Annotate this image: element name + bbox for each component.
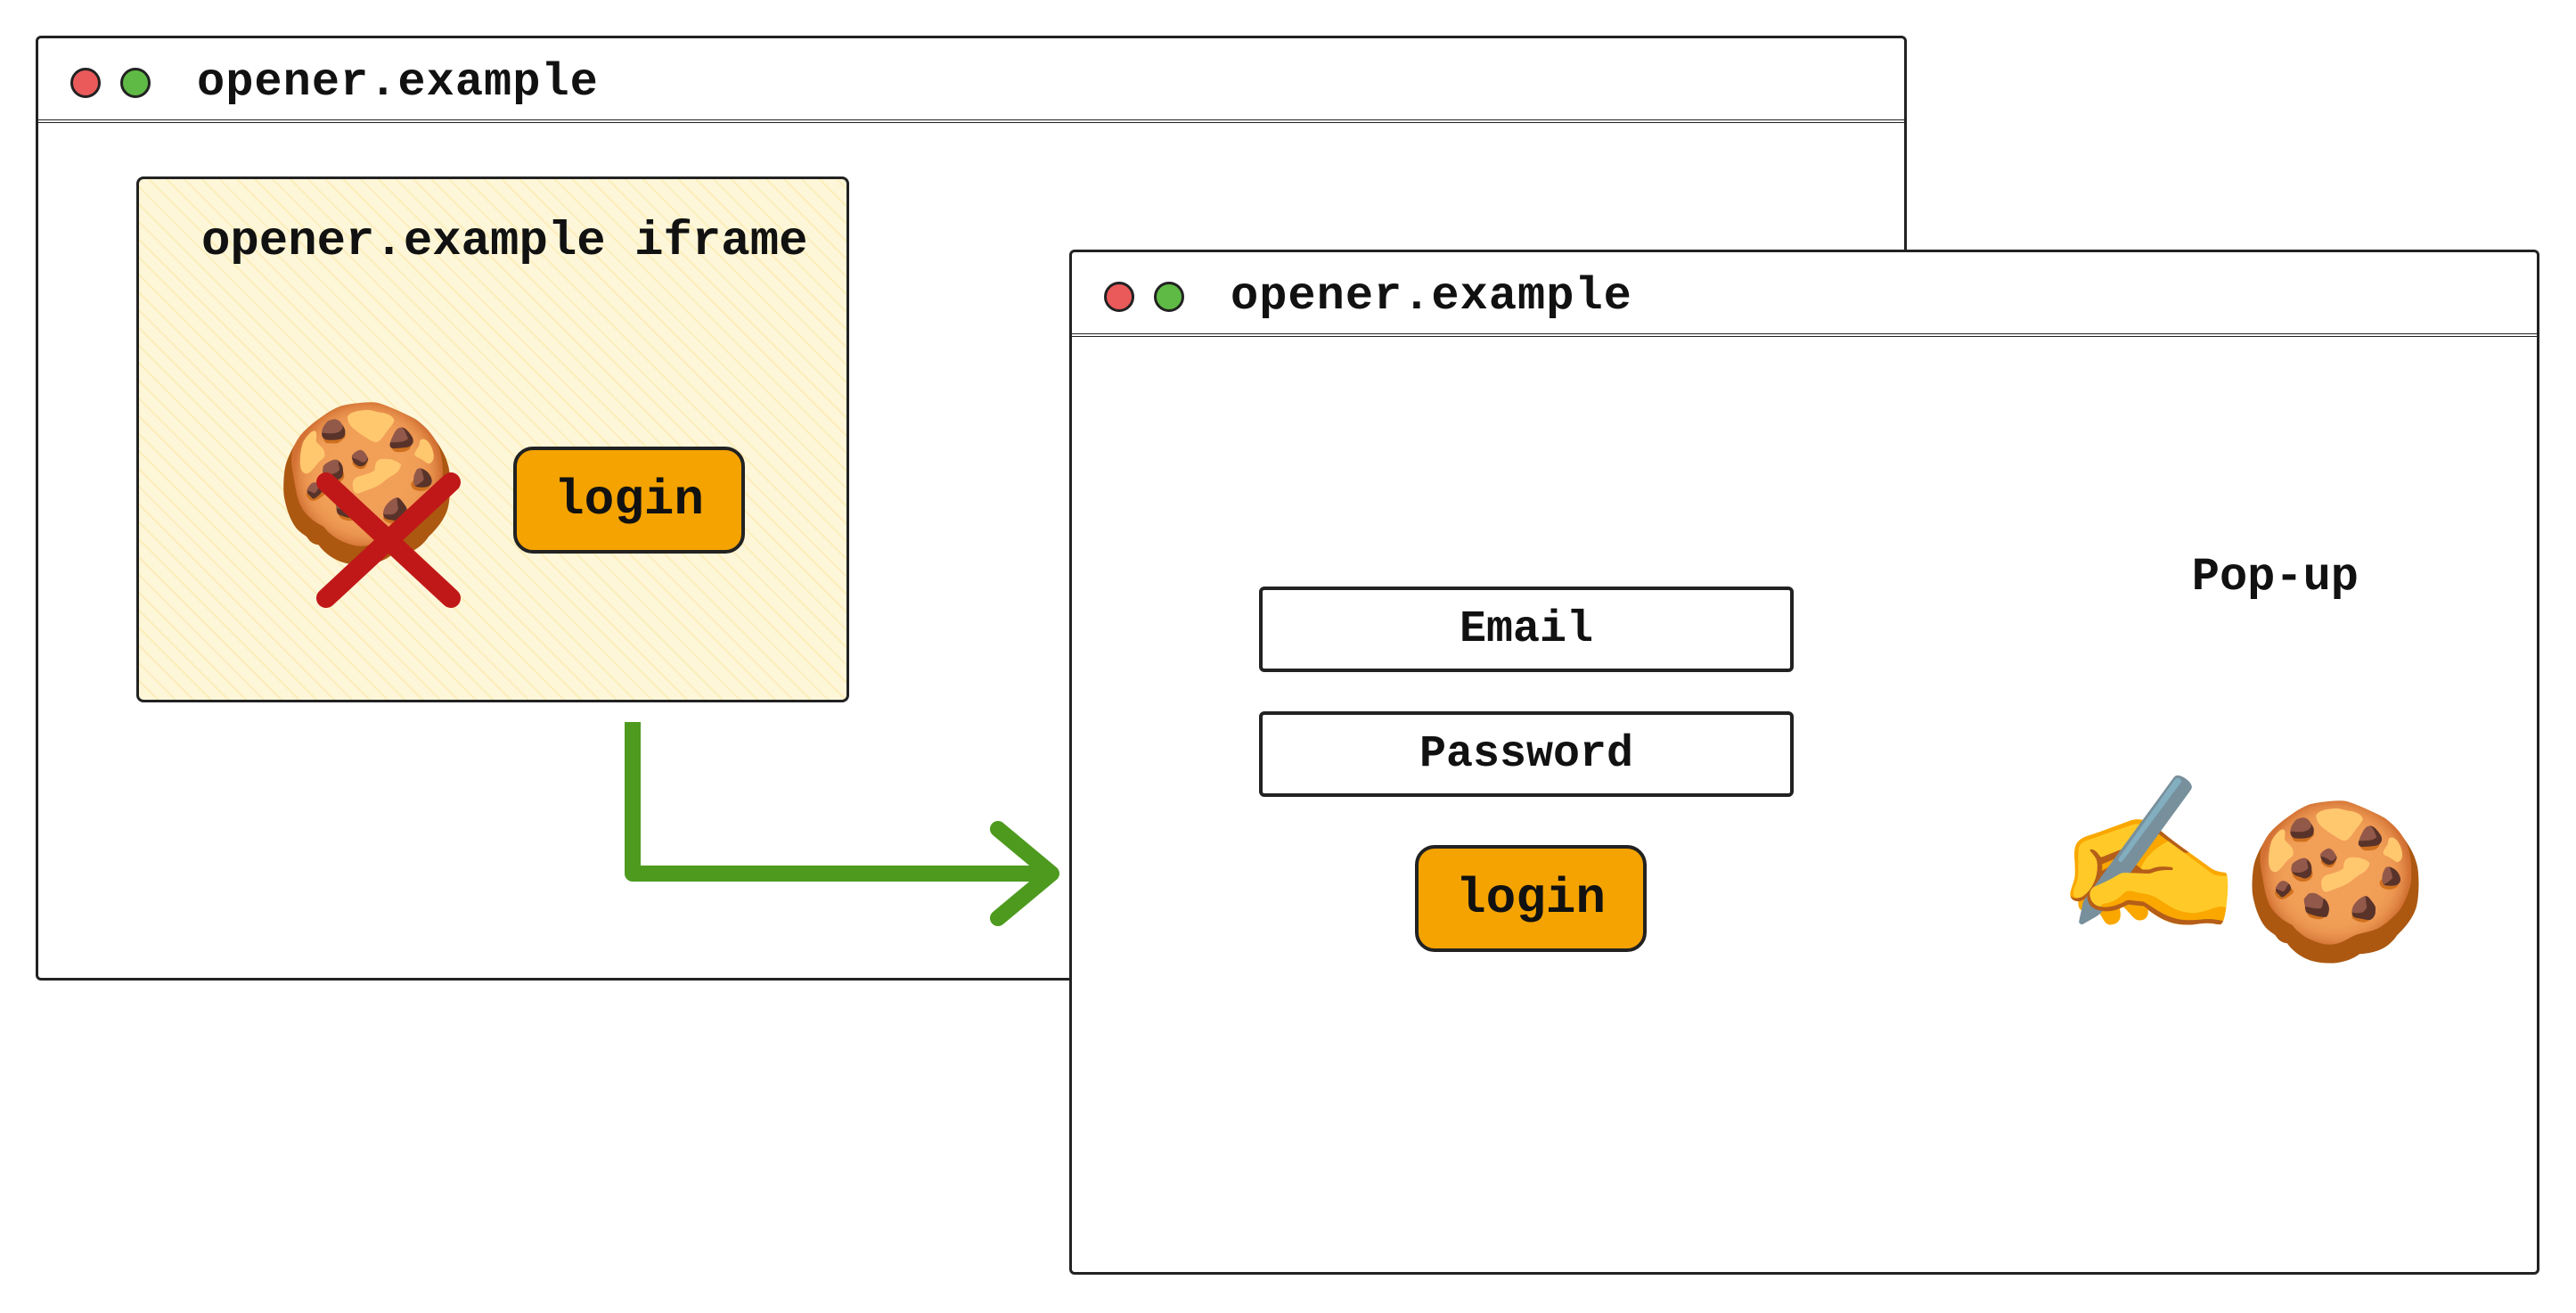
window-maximize-icon[interactable] (1154, 282, 1184, 312)
iframe-label: opener.example iframe (201, 215, 808, 269)
writing-hand-icon: ✍️ (2054, 792, 2243, 943)
login-button-popup[interactable]: login (1415, 845, 1647, 952)
window-content: Pop-up Email Password login ✍️ 🍪 (1072, 337, 2537, 1259)
email-placeholder: Email (1460, 604, 1593, 655)
window-close-icon[interactable] (1104, 282, 1134, 312)
window-maximize-icon[interactable] (120, 68, 151, 98)
login-button-iframe[interactable]: login (513, 447, 745, 554)
password-field[interactable]: Password (1259, 711, 1794, 797)
window-close-icon[interactable] (70, 68, 101, 98)
titlebar: opener.example (38, 38, 1904, 123)
password-placeholder: Password (1419, 729, 1633, 780)
cookie-icon: 🍪 (2241, 818, 2430, 970)
titlebar: opener.example (1072, 252, 2537, 337)
window-title: opener.example (1204, 270, 1632, 323)
window-title: opener.example (170, 56, 599, 109)
popup-label: Pop-up (2192, 551, 2359, 603)
email-field[interactable]: Email (1259, 587, 1794, 672)
browser-window-popup: opener.example Pop-up Email Password log… (1069, 250, 2539, 1275)
iframe-panel: opener.example iframe 🍪 login (136, 176, 849, 702)
cookie-icon: 🍪 (273, 420, 462, 571)
